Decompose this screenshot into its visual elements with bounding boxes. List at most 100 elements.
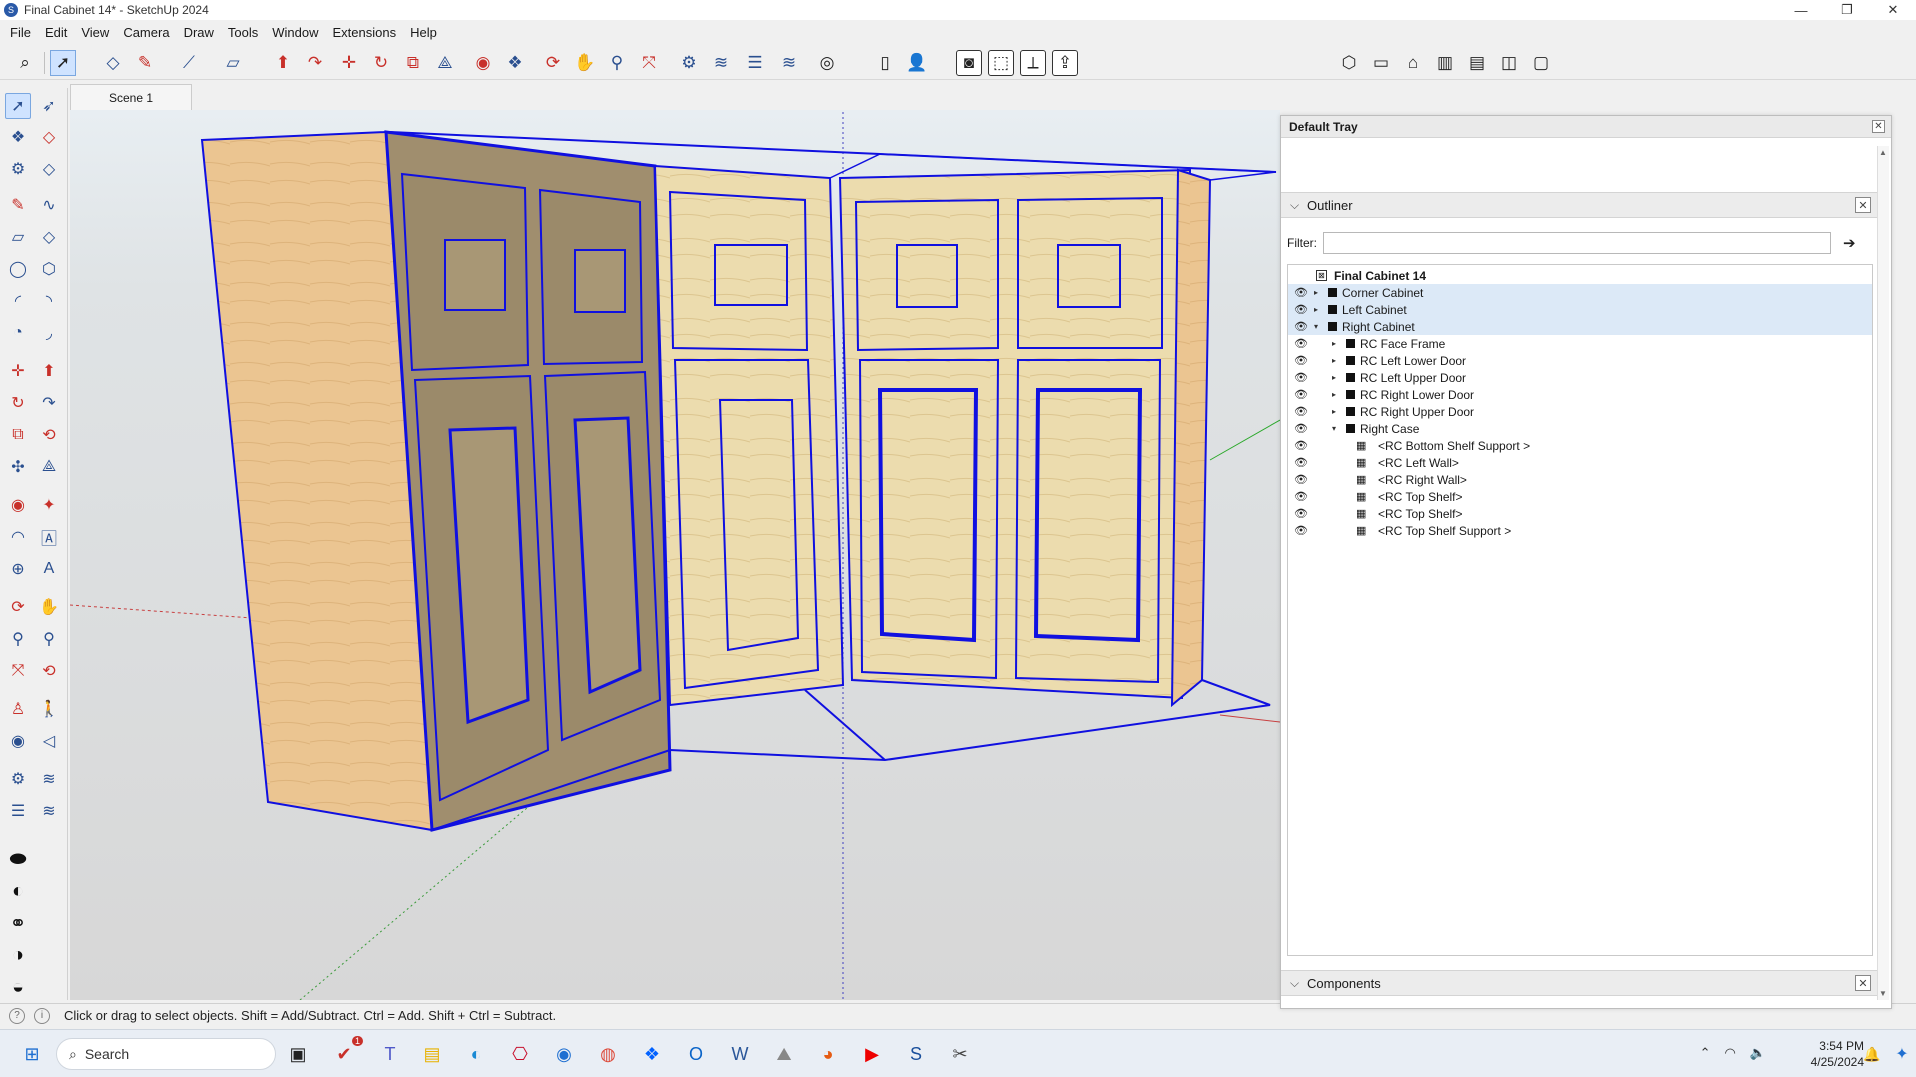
search-icon[interactable]: ⌕ bbox=[12, 50, 38, 76]
warehouse-icon[interactable]: ⚙ bbox=[5, 766, 31, 792]
zoom-extents-icon[interactable]: ⤧ bbox=[5, 658, 31, 684]
snipping-tool-icon[interactable]: ✂ bbox=[946, 1040, 974, 1068]
previous-view-icon[interactable]: ⟲ bbox=[36, 658, 62, 684]
menu-file[interactable]: File bbox=[10, 25, 31, 40]
close-button[interactable]: ✕ bbox=[1870, 0, 1916, 20]
tag-icon[interactable]: ◇ bbox=[36, 156, 62, 182]
right-view-icon[interactable]: ▥ bbox=[1432, 50, 1458, 76]
visibility-eye-icon[interactable]: 👁 bbox=[1294, 388, 1308, 401]
iso-view-icon[interactable]: ⬡ bbox=[1336, 50, 1362, 76]
zoom-window-icon[interactable]: ⚲ bbox=[36, 626, 62, 652]
expand-arrow-icon[interactable]: ▸ bbox=[1332, 373, 1336, 382]
section-plane-icon[interactable]: ◁ bbox=[36, 728, 62, 754]
chrome-icon[interactable]: ◍ bbox=[594, 1040, 622, 1068]
rectangle-icon[interactable]: ▱ bbox=[5, 224, 31, 250]
tray-scrollbar[interactable]: ▲ ▼ bbox=[1877, 146, 1889, 1000]
zoom-icon[interactable]: ⚲ bbox=[5, 626, 31, 652]
warehouse-icon[interactable]: ⚙ bbox=[676, 50, 702, 76]
paint-icon[interactable]: ❖ bbox=[5, 124, 31, 150]
styles-icon[interactable]: ≋ bbox=[776, 50, 802, 76]
help-icon[interactable]: ? bbox=[9, 1007, 25, 1024]
pan-icon[interactable]: ✋ bbox=[572, 50, 598, 76]
outliner-item[interactable]: 👁 ▦ <RC Bottom Shelf Support > bbox=[1288, 437, 1872, 454]
pencil-icon[interactable]: ✎ bbox=[5, 192, 31, 218]
scroll-down-icon[interactable]: ▼ bbox=[1879, 989, 1887, 998]
zoom-extents-icon[interactable]: ⤧ bbox=[636, 50, 662, 76]
tape-measure-icon[interactable]: ◉ bbox=[470, 50, 496, 76]
back-view-icon[interactable]: ▤ bbox=[1464, 50, 1490, 76]
collapse-arrow-icon[interactable]: ▾ bbox=[1332, 424, 1336, 433]
outliner-item[interactable]: 👁 ▾ Right Cabinet bbox=[1288, 318, 1872, 335]
outliner-close-button[interactable]: ✕ bbox=[1855, 197, 1871, 213]
follow-me-icon[interactable]: ↷ bbox=[36, 390, 62, 416]
offset-icon[interactable]: ⟲ bbox=[36, 422, 62, 448]
firefox-icon[interactable]: ◕ bbox=[814, 1040, 842, 1068]
rotated-rectangle-icon[interactable]: ◇ bbox=[36, 224, 62, 250]
teams-icon[interactable]: T bbox=[376, 1040, 404, 1068]
pencil-icon[interactable]: ✎ bbox=[132, 50, 158, 76]
offset-icon[interactable]: ⟁ bbox=[432, 50, 458, 76]
chevron-down-icon[interactable]: ⌵ bbox=[1290, 976, 1299, 991]
paint-bucket-icon[interactable]: ❖ bbox=[502, 50, 528, 76]
menu-view[interactable]: View bbox=[81, 25, 109, 40]
arc2-icon[interactable]: ◝ bbox=[36, 288, 62, 314]
extension-warehouse-icon[interactable]: ≋ bbox=[36, 766, 62, 792]
visibility-eye-icon[interactable]: 👁 bbox=[1294, 490, 1308, 503]
layout-icon[interactable]: ☰ bbox=[5, 798, 31, 824]
model-viewport[interactable] bbox=[70, 110, 1280, 1000]
outlook-icon[interactable]: O bbox=[682, 1040, 710, 1068]
trim-icon[interactable]: ◑ bbox=[5, 942, 31, 968]
walk-icon[interactable]: 🚶 bbox=[36, 696, 62, 722]
notification-bell-icon[interactable]: 🔔 bbox=[1858, 1040, 1886, 1068]
outliner-item[interactable]: 👁 ▦ <RC Right Wall> bbox=[1288, 471, 1872, 488]
acrobat-icon[interactable]: ⎔ bbox=[506, 1040, 534, 1068]
dimension-icon[interactable]: ✦ bbox=[36, 492, 62, 518]
task-view-icon[interactable]: ▣ bbox=[284, 1040, 312, 1068]
pocket-icon[interactable]: ⬚ bbox=[988, 50, 1014, 76]
position-camera-icon[interactable]: ♙ bbox=[5, 696, 31, 722]
orbit-icon[interactable]: ⟳ bbox=[5, 594, 31, 620]
tab-scene-1[interactable]: Scene 1 bbox=[70, 84, 192, 110]
menu-draw[interactable]: Draw bbox=[184, 25, 214, 40]
volume-icon[interactable]: 🔈 bbox=[1750, 1045, 1766, 1061]
zoom-icon[interactable]: ⚲ bbox=[604, 50, 630, 76]
protractor-icon[interactable]: ◠ bbox=[5, 524, 31, 550]
front-view-icon[interactable]: ⌂ bbox=[1400, 50, 1426, 76]
eraser-icon[interactable]: ◇ bbox=[100, 50, 126, 76]
outliner-item[interactable]: 👁 ▦ <RC Top Shelf> bbox=[1288, 488, 1872, 505]
outliner-item[interactable]: 👁 ▸ RC Left Upper Door bbox=[1288, 369, 1872, 386]
eraser-icon[interactable]: ◇ bbox=[36, 124, 62, 150]
menu-extensions[interactable]: Extensions bbox=[333, 25, 397, 40]
bottom-view-icon[interactable]: ▢ bbox=[1528, 50, 1554, 76]
tray-close-button[interactable]: ✕ bbox=[1872, 120, 1885, 133]
wifi-icon[interactable]: ◠ bbox=[1724, 1045, 1735, 1061]
layers-icon[interactable]: ☰ bbox=[742, 50, 768, 76]
outliner-item[interactable]: 👁 ▾ Right Case bbox=[1288, 420, 1872, 437]
new-file-icon[interactable]: ▯ bbox=[872, 50, 898, 76]
move-icon[interactable]: ✛ bbox=[5, 358, 31, 384]
dropbox-icon[interactable]: ❖ bbox=[638, 1040, 666, 1068]
outliner-details-icon[interactable]: ➔ bbox=[1843, 234, 1856, 252]
visibility-eye-icon[interactable]: 👁 bbox=[1294, 337, 1308, 350]
circle-icon[interactable]: ◯ bbox=[5, 256, 31, 282]
rectangle-icon[interactable]: ▱ bbox=[220, 50, 246, 76]
app-icon-blue[interactable]: ◉ bbox=[550, 1040, 578, 1068]
outliner-item[interactable]: 👁 ▸ Corner Cabinet bbox=[1288, 284, 1872, 301]
visibility-eye-icon[interactable]: 👁 bbox=[1294, 320, 1308, 333]
outliner-item[interactable]: 👁 ▦ <RC Top Shelf> bbox=[1288, 505, 1872, 522]
move-icon[interactable]: ✛ bbox=[336, 50, 362, 76]
right-cabinet-side[interactable] bbox=[1170, 168, 1212, 708]
outliner-panel-header[interactable]: ⌵ Outliner ✕ bbox=[1281, 192, 1877, 218]
scale-icon[interactable]: ⧉ bbox=[5, 422, 31, 448]
visibility-eye-icon[interactable]: 👁 bbox=[1294, 354, 1308, 367]
top-view-icon[interactable]: ▭ bbox=[1368, 50, 1394, 76]
expand-arrow-icon[interactable]: ▸ bbox=[1332, 390, 1336, 399]
axes-icon[interactable]: ⟂ bbox=[1020, 50, 1046, 76]
chevron-down-icon[interactable]: ⌵ bbox=[1290, 198, 1299, 213]
outliner-item[interactable]: 👁 ▸ RC Left Lower Door bbox=[1288, 352, 1872, 369]
axes-icon[interactable]: ⊕ bbox=[5, 556, 31, 582]
menu-help[interactable]: Help bbox=[410, 25, 437, 40]
orbit-icon[interactable]: ⟳ bbox=[540, 50, 566, 76]
outliner-item[interactable]: 👁 ▦ <RC Top Shelf Support > bbox=[1288, 522, 1872, 539]
clock[interactable]: 3:54 PM 4/25/2024 bbox=[1811, 1038, 1864, 1070]
